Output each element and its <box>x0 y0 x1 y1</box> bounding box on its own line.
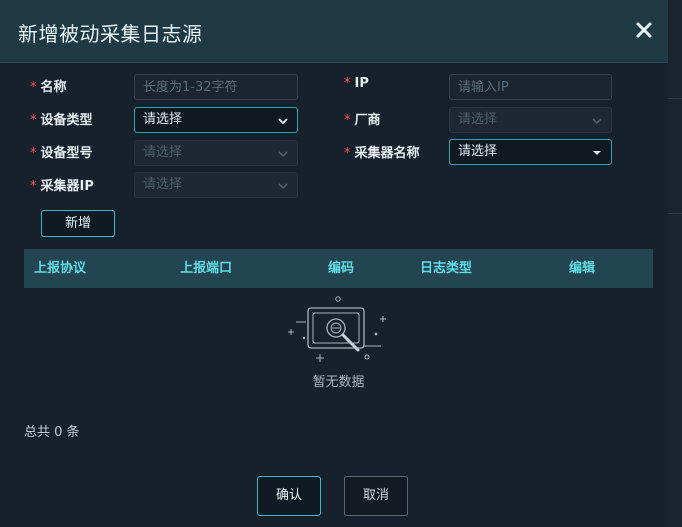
name-text-input[interactable] <box>143 75 289 99</box>
ip-input[interactable] <box>449 74 612 100</box>
device-model-value: 请选择 <box>143 145 183 160</box>
ip-text-input[interactable] <box>458 75 603 99</box>
chevron-down-icon <box>278 183 288 190</box>
column-header-protocol: 上报协议 <box>34 261 87 276</box>
collector-ip-value: 请选择 <box>143 177 183 192</box>
backdrop <box>668 0 682 527</box>
column-header-port: 上报端口 <box>180 261 233 276</box>
vendor-select[interactable]: 请选择 <box>449 107 612 133</box>
total-count: 总共 0 条 <box>24 425 80 440</box>
empty-state-text: 暂无数据 <box>312 375 365 390</box>
chevron-down-icon <box>278 118 288 125</box>
collector-name-label: * 采集器名称 <box>344 146 420 161</box>
vendor-value: 请选择 <box>458 112 498 127</box>
backdrop-divider <box>668 98 682 99</box>
column-header-log-type: 日志类型 <box>420 261 473 276</box>
column-header-encoding: 编码 <box>328 261 355 276</box>
confirm-button[interactable]: 确认 <box>257 476 321 516</box>
vendor-label: * 厂商 <box>344 113 381 128</box>
chevron-down-icon <box>592 118 602 125</box>
device-model-label: * 设备型号 <box>30 146 93 161</box>
dialog-header: 新增被动采集日志源 <box>0 0 668 63</box>
caret-down-icon <box>593 151 601 155</box>
table-header: 上报协议 上报端口 编码 日志类型 编辑 <box>24 249 653 288</box>
collector-name-select[interactable]: 请选择 <box>449 139 612 165</box>
collector-name-value: 请选择 <box>458 144 498 159</box>
device-type-value: 请选择 <box>143 112 183 127</box>
column-header-edit: 编辑 <box>569 261 596 276</box>
empty-data-icon <box>288 296 386 362</box>
backdrop-divider <box>668 213 682 214</box>
ip-label: * IP <box>344 76 369 91</box>
collector-ip-label: * 采集器IP <box>30 179 94 194</box>
device-type-select[interactable]: 请选择 <box>134 107 298 133</box>
device-model-select[interactable]: 请选择 <box>134 140 298 166</box>
close-icon[interactable] <box>632 18 656 42</box>
name-label: * 名称 <box>30 80 67 95</box>
dialog-title: 新增被动采集日志源 <box>18 22 203 46</box>
collector-ip-select[interactable]: 请选择 <box>134 172 298 198</box>
name-input[interactable] <box>134 74 298 100</box>
device-type-label: * 设备类型 <box>30 113 93 128</box>
add-row-button[interactable]: 新增 <box>41 210 115 237</box>
chevron-down-icon <box>278 151 288 158</box>
cancel-button[interactable]: 取消 <box>344 476 408 516</box>
add-log-source-dialog: 新增被动采集日志源 *名称 *IP *设备类型 请选择 *厂商 请选择 <box>0 0 668 527</box>
